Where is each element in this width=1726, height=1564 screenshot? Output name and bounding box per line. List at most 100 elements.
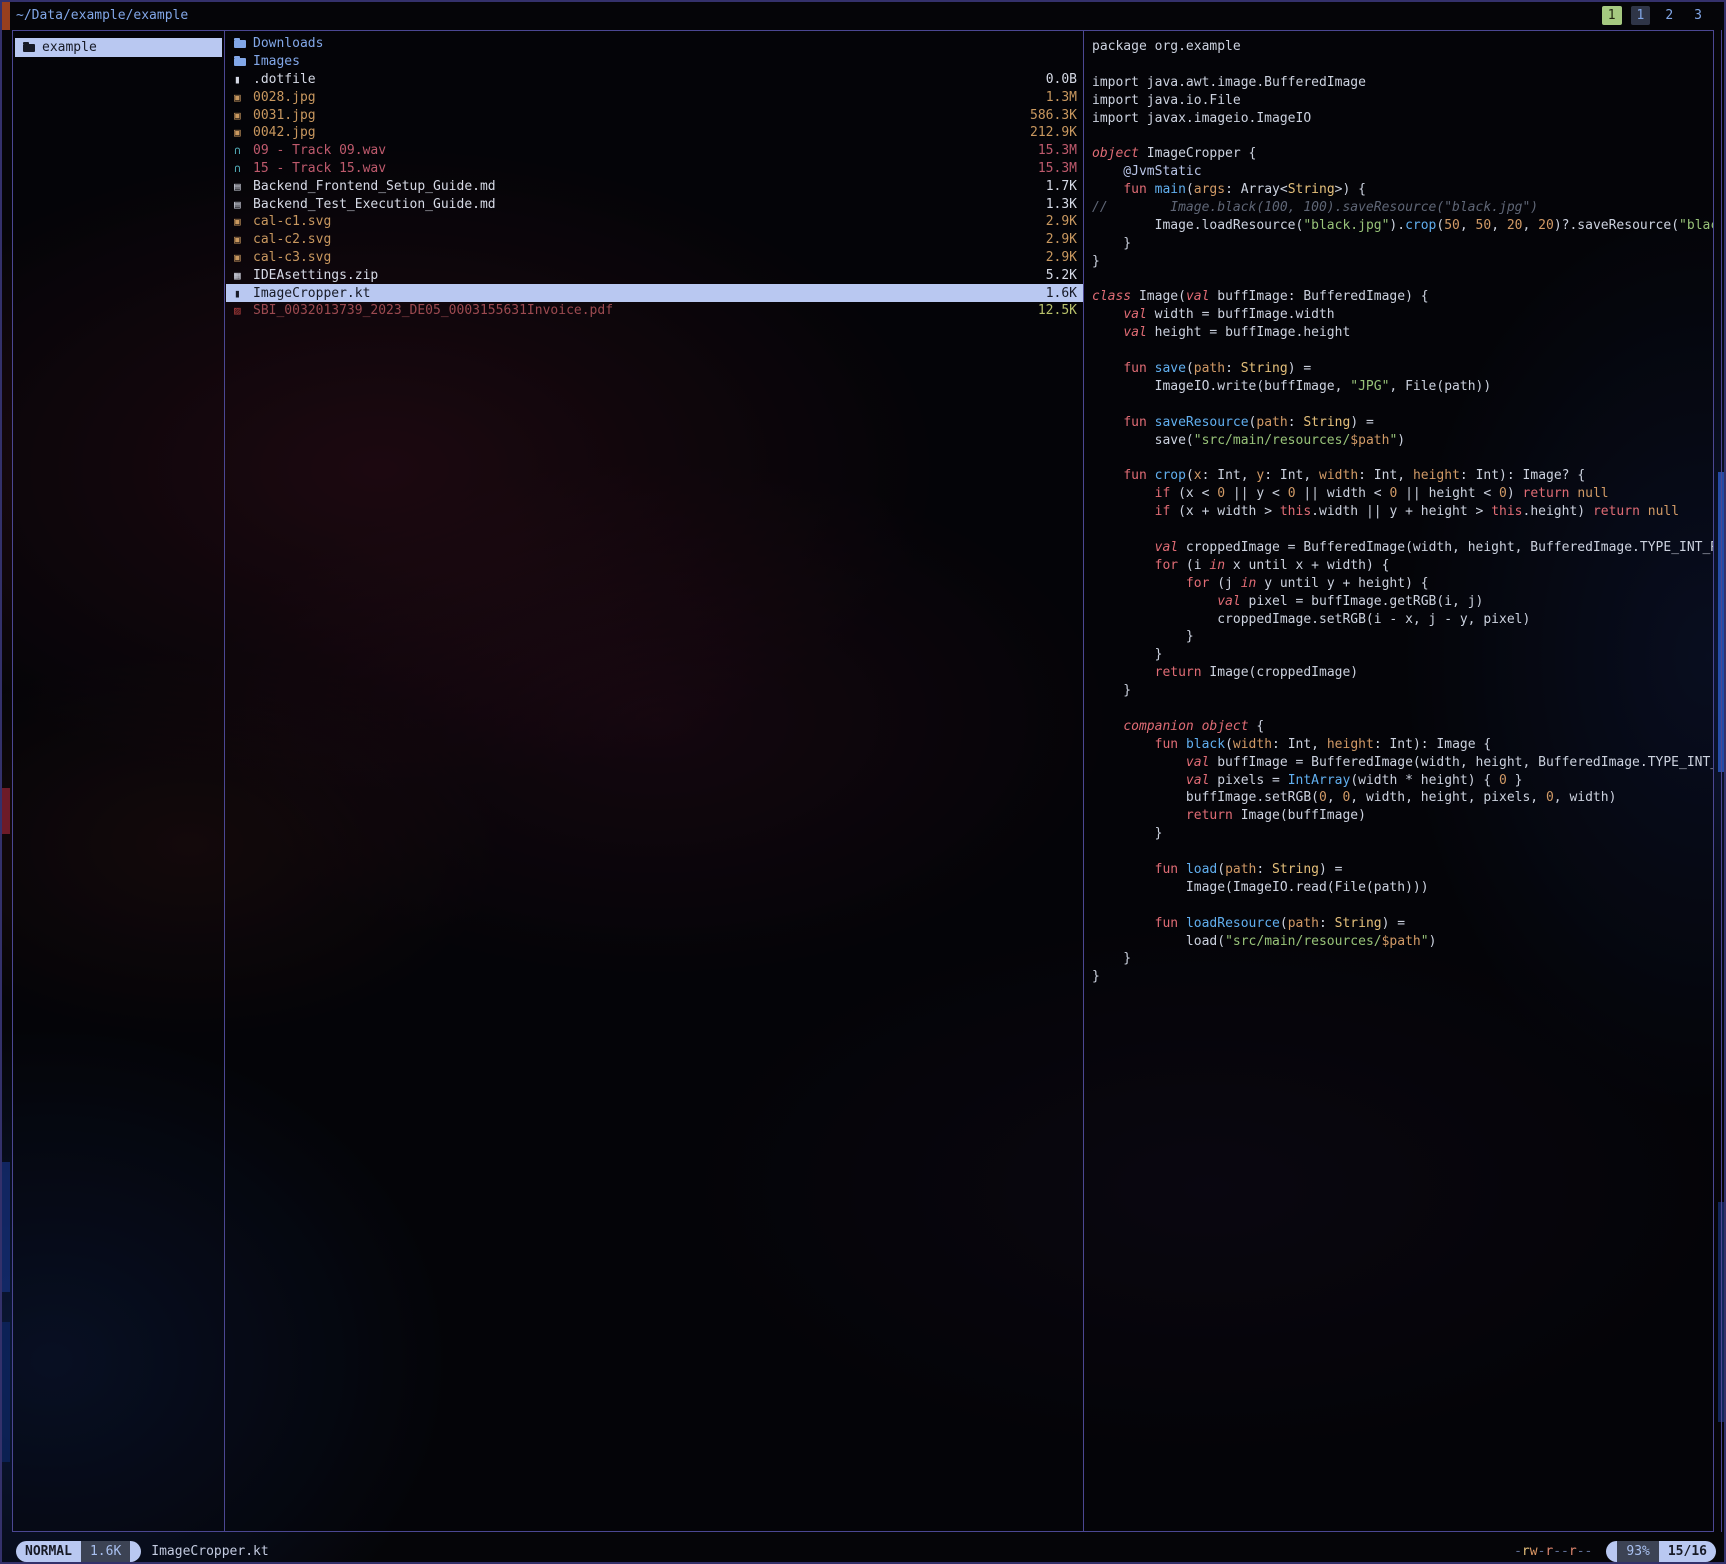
zip-icon: ▦ (234, 269, 253, 282)
current-dir-pane: DownloadsImages▮.dotfile0.0B▣0028.jpg1.3… (226, 31, 1084, 1531)
file-row-Backend_Frontend_Setup_Guide.md[interactable]: ▤Backend_Frontend_Setup_Guide.md1.7K (226, 177, 1083, 195)
tab-1[interactable]: 1 (1631, 6, 1651, 25)
code-line: fun main(args: Array<String>) { (1092, 181, 1713, 199)
code-line (1092, 271, 1713, 289)
file-row-cal-c3.svg[interactable]: ▣cal-c3.svg2.9K (226, 249, 1083, 267)
code-line: } (1092, 253, 1713, 271)
file-name: 15 - Track 15.wav (253, 161, 1038, 176)
code-line: for (j in y until y + height) { (1092, 575, 1713, 593)
code-line: val croppedImage = BufferedImage(width, … (1092, 539, 1713, 557)
file-row-SBI_0032013739_2023_DE05_0003155631Invoice.pdf[interactable]: ▨SBI_0032013739_2023_DE05_0003155631Invo… (226, 302, 1083, 320)
folder-icon (23, 44, 35, 52)
file-name: cal-c1.svg (253, 214, 1046, 229)
code-line: // Image.black(100, 100).saveResource("b… (1092, 199, 1713, 217)
parent-pane: example (13, 31, 225, 1531)
downloads-folder-icon (234, 40, 253, 48)
file-row-Backend_Test_Execution_Guide.md[interactable]: ▤Backend_Test_Execution_Guide.md1.3K (226, 195, 1083, 213)
code-line: object ImageCropper { (1092, 145, 1713, 163)
code-line: fun save(path: String) = (1092, 360, 1713, 378)
file-name: example (42, 40, 216, 55)
file-row-09 - Track 09.wav[interactable]: ∩09 - Track 09.wav15.3M (226, 142, 1083, 160)
file-size: 0.0B (1046, 72, 1077, 87)
code-line (1092, 56, 1713, 74)
code-line: ImageIO.write(buffImage, "JPG", File(pat… (1092, 378, 1713, 396)
file-row-IDEAsettings.zip[interactable]: ▦IDEAsettings.zip5.2K (226, 266, 1083, 284)
code-line (1092, 843, 1713, 861)
file-row-ImageCropper.kt[interactable]: ▮ImageCropper.kt1.6K (226, 284, 1083, 302)
file-size-indicator: 1.6K (81, 1541, 130, 1562)
code-line: } (1092, 628, 1713, 646)
image-icon: ▣ (234, 215, 253, 228)
file-size: 586.3K (1030, 108, 1077, 123)
code-line: fun load(path: String) = (1092, 861, 1713, 879)
file-size: 1.3M (1046, 90, 1077, 105)
code-line: } (1092, 235, 1713, 253)
code-line: import javax.imageio.ImageIO (1092, 110, 1713, 128)
code-line: save("src/main/resources/$path") (1092, 432, 1713, 450)
code-line: fun crop(x: Int, y: Int, width: Int, hei… (1092, 467, 1713, 485)
image-icon: ▣ (234, 233, 253, 246)
code-line: } (1092, 682, 1713, 700)
mode-indicator: NORMAL (16, 1541, 81, 1562)
file-row-0028.jpg[interactable]: ▣0028.jpg1.3M (226, 88, 1083, 106)
image-icon: ▣ (234, 126, 253, 139)
file-size: 15.3M (1038, 161, 1077, 176)
top-bar: ~/Data/example/example 1 123 (2, 2, 1724, 30)
file-size: 2.9K (1046, 232, 1077, 247)
file-row-0031.jpg[interactable]: ▣0031.jpg586.3K (226, 106, 1083, 124)
tab-3[interactable]: 3 (1688, 6, 1708, 25)
permissions-text: -rw-r--r-- (1514, 1544, 1592, 1559)
code-line: if (x + width > this.width || y + height… (1092, 503, 1713, 521)
pill-cap (1606, 1541, 1617, 1562)
code-line: companion object { (1092, 718, 1713, 736)
file-name: 0031.jpg (253, 108, 1030, 123)
file-name: .dotfile (253, 72, 1046, 87)
code-line: import java.io.File (1092, 92, 1713, 110)
file-name: 0028.jpg (253, 90, 1046, 105)
wallpaper-accent (2, 1162, 10, 1292)
current-path: ~/Data/example/example (16, 8, 188, 23)
file-size: 1.3K (1046, 197, 1077, 212)
file-size: 2.9K (1046, 214, 1077, 229)
tab-bar: 1 123 (1602, 6, 1708, 25)
code-line: val pixel = buffImage.getRGB(i, j) (1092, 593, 1713, 611)
task-count-badge: 1 (1602, 6, 1622, 25)
file-name: SBI_0032013739_2023_DE05_0003155631Invoi… (253, 303, 1038, 318)
file-name: 09 - Track 09.wav (253, 143, 1038, 158)
code-line: val pixels = IntArray(width * height) { … (1092, 772, 1713, 790)
file-size: 15.3M (1038, 143, 1077, 158)
code-line: val buffImage = BufferedImage(width, hei… (1092, 754, 1713, 772)
file-row-15 - Track 15.wav[interactable]: ∩15 - Track 15.wav15.3M (226, 160, 1083, 178)
parent-dir-item-example[interactable]: example (15, 38, 222, 57)
code-line: load("src/main/resources/$path") (1092, 933, 1713, 951)
code-line (1092, 127, 1713, 145)
file-name: IDEAsettings.zip (253, 268, 1046, 283)
folder-icon (23, 44, 42, 52)
file-row-0042.jpg[interactable]: ▣0042.jpg212.9K (226, 124, 1083, 142)
file-row-Images[interactable]: Images (226, 53, 1083, 71)
image-icon: ▣ (234, 91, 253, 104)
file-row-cal-c2.svg[interactable]: ▣cal-c2.svg2.9K (226, 231, 1083, 249)
panes-frame: example DownloadsImages▮.dotfile0.0B▣002… (12, 30, 1714, 1532)
code-preview: package org.example import java.awt.imag… (1085, 31, 1713, 986)
audio-icon: ∩ (234, 144, 253, 157)
file-size: 212.9K (1030, 125, 1077, 140)
pdf-icon: ▨ (234, 304, 253, 317)
code-line: @JvmStatic (1092, 163, 1713, 181)
file-name: Backend_Test_Execution_Guide.md (253, 197, 1046, 212)
file-row-Downloads[interactable]: Downloads (226, 35, 1083, 53)
window-border (1721, 30, 1722, 1532)
kotlin-file-icon: ▮ (234, 287, 253, 300)
code-line: } (1092, 646, 1713, 664)
file-row-cal-c1.svg[interactable]: ▣cal-c1.svg2.9K (226, 213, 1083, 231)
status-filename: ImageCropper.kt (151, 1544, 268, 1559)
tab-2[interactable]: 2 (1659, 6, 1679, 25)
code-line: Image(ImageIO.read(File(path))) (1092, 879, 1713, 897)
file-row-.dotfile[interactable]: ▮.dotfile0.0B (226, 71, 1083, 89)
code-line: fun loadResource(path: String) = (1092, 915, 1713, 933)
file-name: Images (253, 54, 1077, 69)
code-line: croppedImage.setRGB(i - x, j - y, pixel) (1092, 611, 1713, 629)
wallpaper-accent (2, 1322, 10, 1462)
file-size: 12.5K (1038, 303, 1077, 318)
file-name: Backend_Frontend_Setup_Guide.md (253, 179, 1046, 194)
